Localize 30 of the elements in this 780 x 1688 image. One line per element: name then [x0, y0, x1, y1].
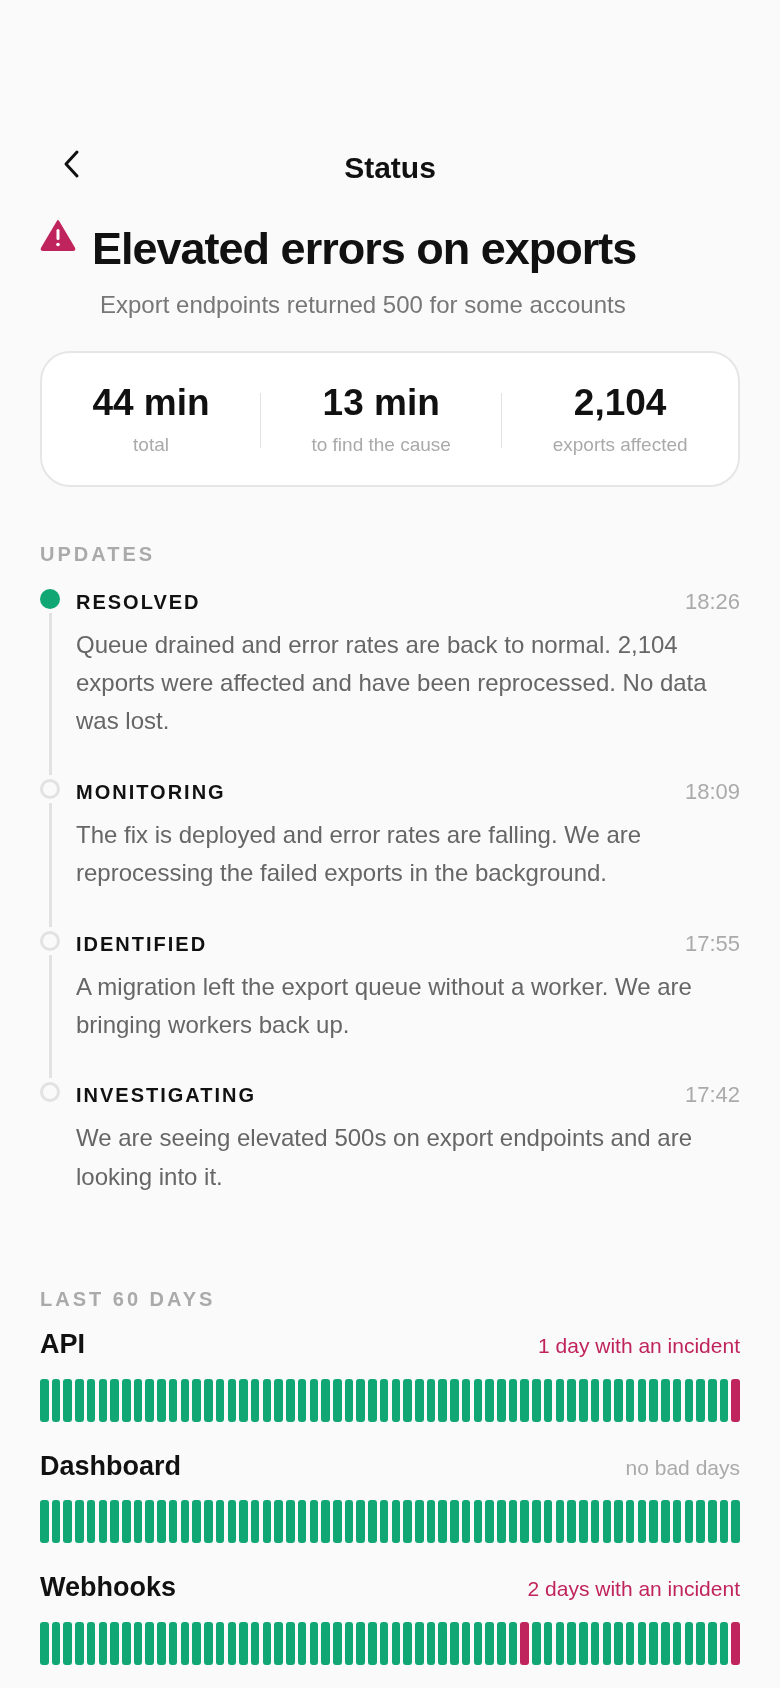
- update-status: IDENTIFIED: [76, 931, 208, 957]
- update-status: RESOLVED: [76, 589, 201, 615]
- stat-value: 2,104: [572, 380, 668, 425]
- update-status: MONITORING: [76, 779, 226, 805]
- page-title: Status: [344, 150, 436, 186]
- stat-label: exports affected: [551, 433, 689, 458]
- update-time: 17:42: [684, 1081, 740, 1110]
- update-text: We are seeing elevated 500s on export endpoints and are looking into it.: [76, 1123, 693, 1192]
- section-heading: UPDATES: [40, 541, 157, 567]
- service-summary: 1 day with an incident: [538, 1333, 740, 1360]
- update-time: 17:55: [684, 929, 740, 958]
- section-heading: LAST 60 DAYS: [40, 1287, 217, 1313]
- service-summary: 2 days with an incident: [527, 1576, 740, 1603]
- stat-value: 44 min: [91, 380, 211, 425]
- service-name: Webhooks: [40, 1571, 176, 1605]
- service-summary: no bad days: [625, 1454, 740, 1481]
- warning-icon: [40, 219, 76, 251]
- stat-label: to find the cause: [310, 433, 452, 458]
- update-status: INVESTIGATING: [76, 1083, 257, 1109]
- update-time: 18:26: [684, 587, 740, 616]
- update-text: A migration left the export queue without a worker. We are bringing workers back up.: [76, 971, 693, 1040]
- service-name: Dashboard: [40, 1449, 182, 1483]
- update-text: Queue drained and error rates are back to normal. 2,104 exports were affected and have been reprocessed. No data was lost.: [76, 629, 708, 737]
- service-name: API: [40, 1328, 85, 1362]
- incident-title: Elevated errors on exports: [92, 223, 637, 275]
- incident-subtitle: Export endpoints returned 500 for some accounts: [100, 289, 627, 320]
- update-time: 18:09: [684, 777, 740, 806]
- stat-value: 13 min: [321, 380, 441, 425]
- stat-label: total: [132, 433, 170, 458]
- update-text: The fix is deployed and error rates are falling. We are reprocessing the failed exports in the background.: [76, 819, 643, 889]
